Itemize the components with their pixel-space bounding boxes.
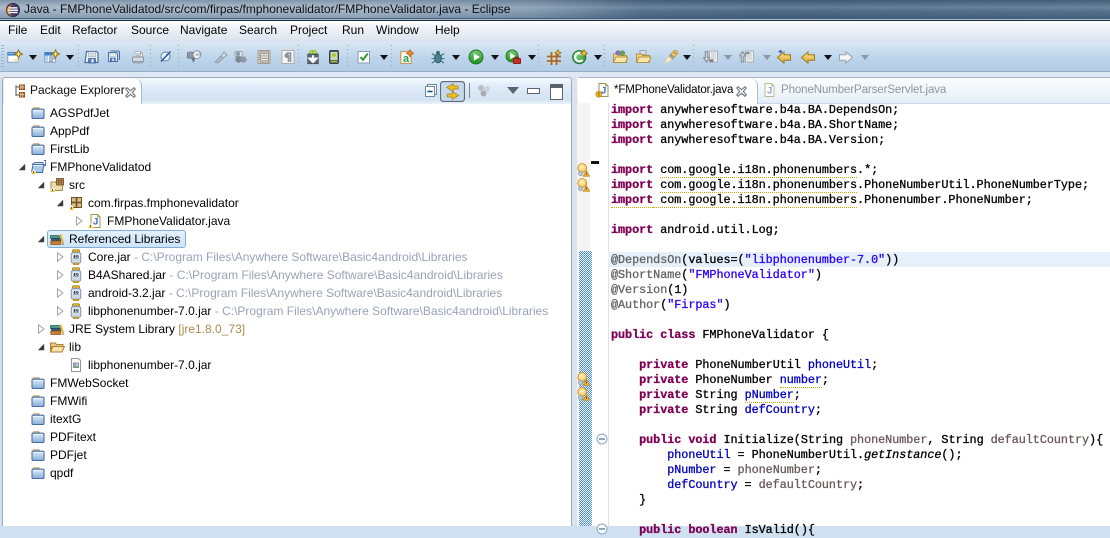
svg-text:J: J — [43, 159, 47, 168]
svg-text:J: J — [767, 86, 772, 97]
svg-text:J: J — [93, 217, 98, 228]
svg-text:010: 010 — [72, 254, 80, 259]
svg-text:010: 010 — [72, 290, 80, 295]
svg-text:010: 010 — [72, 272, 80, 277]
svg-text:010: 010 — [72, 308, 80, 313]
